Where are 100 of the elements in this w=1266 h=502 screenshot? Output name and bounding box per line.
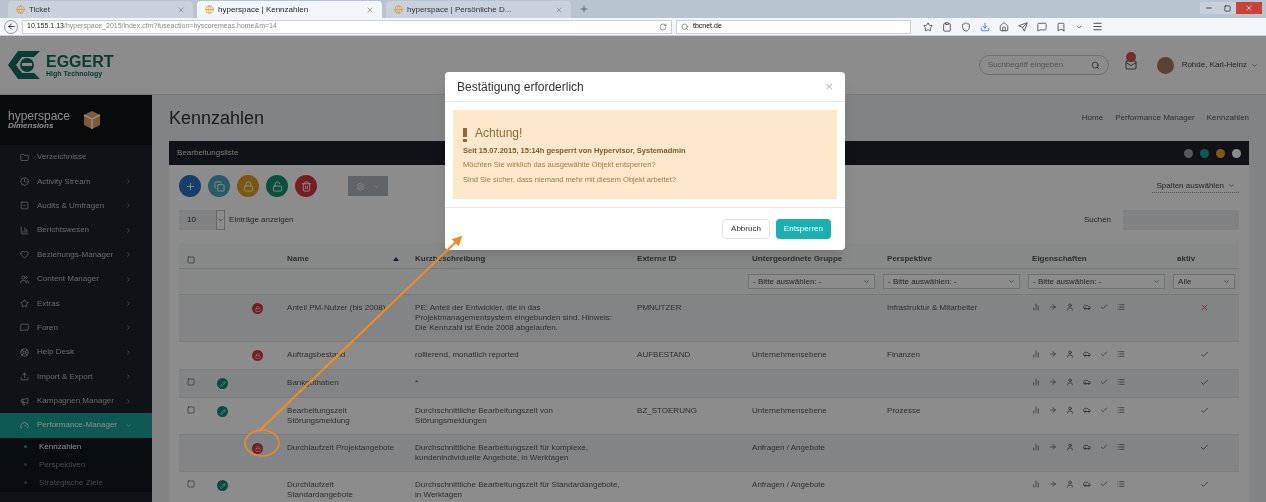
sidebar-item[interactable]: Beziehungs-Manager: [0, 242, 153, 267]
maximize-button[interactable]: [1218, 2, 1236, 14]
mail-icon[interactable]: [1124, 59, 1137, 71]
edit-button[interactable]: [217, 406, 229, 417]
breadcrumb-link[interactable]: Home: [1081, 112, 1104, 124]
bar-chart-icon: [1032, 480, 1041, 488]
breadcrumb-link[interactable]: Performance Manager: [1115, 112, 1195, 124]
download-icon[interactable]: [980, 21, 990, 32]
column-header[interactable]: aktiv: [1177, 254, 1196, 264]
unlock-button[interactable]: Entsperren: [775, 218, 831, 239]
close-button[interactable]: ×: [825, 76, 833, 97]
sidebar-item[interactable]: Import & Export: [0, 364, 153, 389]
user-icon: [1066, 443, 1075, 451]
shield-icon[interactable]: [961, 21, 971, 32]
sidebar-item[interactable]: Activity Stream: [0, 169, 153, 194]
filter-select[interactable]: - Bitte auswählen: -: [883, 274, 1021, 289]
filter-select[interactable]: Alle: [1173, 274, 1236, 289]
highlight-ring: [244, 429, 280, 457]
folder-icon: [20, 152, 29, 162]
clipboard-icon[interactable]: [942, 21, 952, 32]
menu-icon[interactable]: [1092, 21, 1103, 32]
sidebar-item[interactable]: Berichtswesen: [0, 218, 153, 243]
breadcrumb-link[interactable]: Kennzahlen: [1206, 112, 1250, 124]
close-icon[interactable]: [1232, 148, 1242, 158]
copy-button[interactable]: [208, 175, 231, 197]
arrow-icon: [1049, 378, 1058, 386]
lock-button[interactable]: [252, 443, 264, 454]
table-cell: Durchschnittliche Bearbeitungszeit für komplexe, kundenindividuelle Angebote, in Werktagen: [415, 443, 589, 462]
caret-icon: [1251, 61, 1258, 69]
sidebar-item[interactable]: Extras: [0, 291, 153, 316]
cancel-button[interactable]: Abbruch: [722, 218, 770, 239]
checkbox-icon[interactable]: [187, 480, 196, 488]
bar-chart-icon: [20, 225, 29, 235]
car-icon: [1083, 406, 1092, 414]
filter-select[interactable]: - Bitte auswählen: -: [748, 274, 876, 289]
bar-chart-icon: [1032, 378, 1041, 386]
new-tab-icon[interactable]: [579, 4, 589, 14]
sort-icon[interactable]: [393, 257, 400, 261]
sidebar-item[interactable]: Audits & Umfragen: [0, 193, 153, 219]
column-select-button[interactable]: Spalten auswählen: [1152, 179, 1240, 193]
bookmark-icon[interactable]: [1056, 21, 1066, 32]
table-cell: Anfragen / Angebote: [752, 443, 825, 452]
lock-button[interactable]: [237, 175, 260, 197]
table-cell: Infrastruktur & Mitarbeiter: [887, 303, 978, 312]
sidebar-item[interactable]: Foren: [0, 315, 153, 341]
column-header[interactable]: Perspektive: [887, 254, 932, 264]
table-cell: Durchschnittliche Bearbeitungszeit für Standardangebote, in Werktagen: [415, 480, 620, 499]
column-header[interactable]: Externe ID: [637, 254, 677, 264]
edit-button[interactable]: [217, 480, 229, 491]
unlock-icon: [271, 180, 283, 192]
lock-icon: [254, 305, 261, 312]
table-cell: AUFBESTAND: [637, 350, 691, 359]
sidebar-item[interactable]: Help Desk: [0, 340, 153, 365]
column-header[interactable]: Name: [287, 254, 309, 264]
check-icon: [1100, 480, 1109, 488]
page-length-select[interactable]: 10: [179, 210, 226, 230]
lock-button[interactable]: [252, 350, 264, 361]
bookmark-star-icon[interactable]: [923, 21, 933, 32]
checkbox-icon[interactable]: [187, 406, 196, 414]
column-header[interactable]: Eigenschaften: [1032, 254, 1087, 264]
page-length-label: Einträge anzeigen: [229, 214, 294, 226]
sidebar-item[interactable]: Content Manager: [0, 266, 153, 292]
browser-tab[interactable]: hyperspace | Kennzahlen: [197, 1, 382, 18]
collapse-icon[interactable]: [1184, 148, 1194, 158]
filter-select[interactable]: - Bitte auswählen: -: [1028, 274, 1166, 289]
home-icon[interactable]: [999, 21, 1009, 32]
caret-icon: [1223, 278, 1231, 285]
chat-icon: [20, 323, 29, 333]
window-close-button[interactable]: [1236, 2, 1262, 14]
sidebar-item[interactable]: Kampagnen Manager: [0, 388, 153, 414]
user-menu[interactable]: Rohde, Karl-Heinz: [1181, 59, 1258, 71]
caret-icon: [216, 210, 226, 230]
user-icon: [1066, 378, 1075, 386]
chat-icon[interactable]: [1037, 21, 1047, 32]
checkbox-icon[interactable]: [187, 256, 196, 264]
delete-button[interactable]: [295, 175, 318, 197]
reload-icon[interactable]: [659, 22, 667, 31]
minimize-icon: [1205, 4, 1213, 12]
add-button[interactable]: [179, 175, 202, 197]
checkbox-icon[interactable]: [187, 378, 196, 386]
edit-button[interactable]: [217, 378, 229, 389]
sidebar-item[interactable]: Verzeichnisse: [0, 145, 153, 170]
trash-icon: [300, 180, 312, 192]
lock-button[interactable]: [252, 303, 264, 314]
minimize-icon[interactable]: [1216, 148, 1226, 158]
table-cell: Prozesse: [887, 406, 921, 415]
minimize-button[interactable]: [1200, 2, 1218, 14]
table-cell: *: [415, 378, 419, 387]
unlock-button[interactable]: [266, 175, 289, 197]
list-icon: [1117, 406, 1126, 414]
browser-tab[interactable]: hyperspace | Persönliche D...: [386, 1, 571, 18]
check-icon: [1100, 443, 1109, 451]
refresh-icon[interactable]: [1200, 148, 1210, 158]
table-cell: Durchschnittliche Bearbeitungszeit von Störungsmeldungen: [415, 406, 553, 425]
column-header[interactable]: Untergeordnete Gruppe: [752, 254, 843, 264]
browser-tab[interactable]: Ticket: [8, 1, 193, 18]
send-icon[interactable]: [1018, 21, 1028, 32]
settings-dropdown[interactable]: [348, 176, 389, 196]
brand-name: hyperspace: [8, 110, 71, 122]
sidebar-item[interactable]: Performance-Manager: [0, 413, 153, 438]
